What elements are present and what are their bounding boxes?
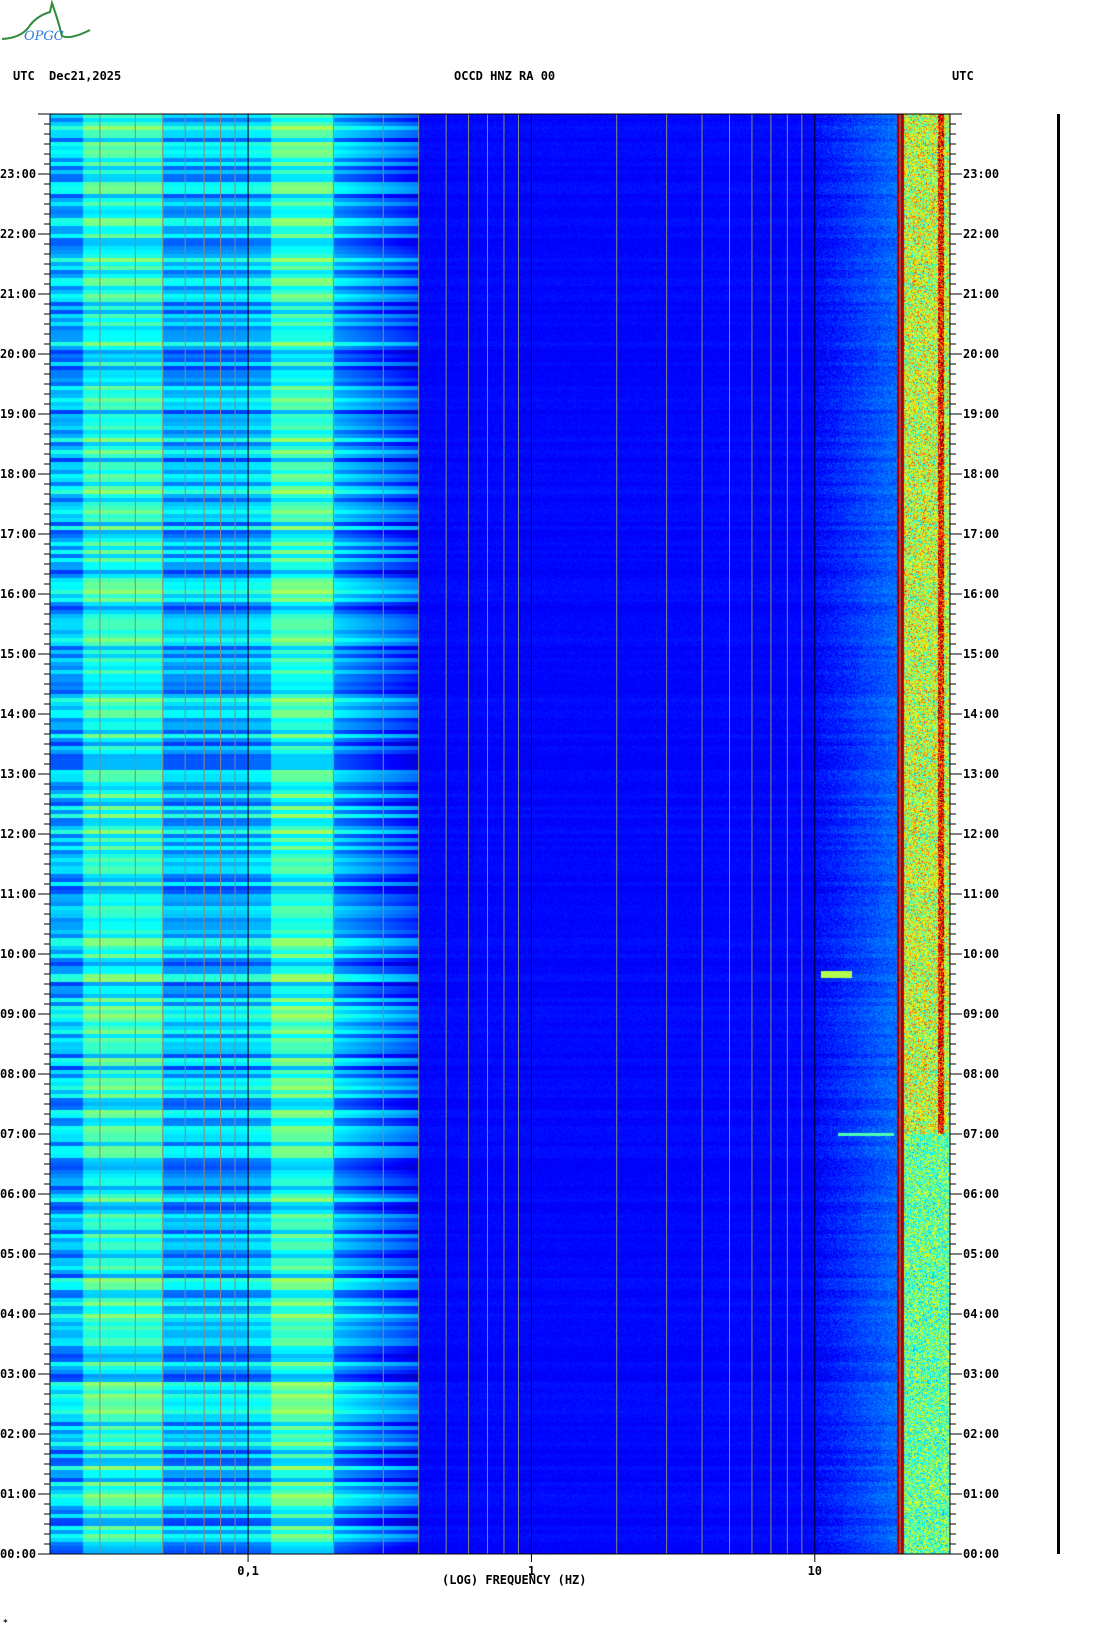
left-time-label: 16:00 bbox=[0, 587, 36, 601]
right-time-label: 13:00 bbox=[963, 767, 999, 781]
right-time-label: 14:00 bbox=[963, 707, 999, 721]
right-time-label: 06:00 bbox=[963, 1187, 999, 1201]
right-time-label: 23:00 bbox=[963, 167, 999, 181]
right-time-label: 10:00 bbox=[963, 947, 999, 961]
left-time-label: 17:00 bbox=[0, 527, 36, 541]
x-tick-label: 10 bbox=[808, 1564, 822, 1578]
right-time-label: 07:00 bbox=[963, 1127, 999, 1141]
right-time-label: 22:00 bbox=[963, 227, 999, 241]
right-time-label: 01:00 bbox=[963, 1487, 999, 1501]
left-time-label: 11:00 bbox=[0, 887, 36, 901]
right-time-label: 08:00 bbox=[963, 1067, 999, 1081]
left-time-label: 14:00 bbox=[0, 707, 36, 721]
left-time-label: 08:00 bbox=[0, 1067, 36, 1081]
right-time-label: 20:00 bbox=[963, 347, 999, 361]
right-time-label: 16:00 bbox=[963, 587, 999, 601]
right-time-label: 00:00 bbox=[963, 1547, 999, 1561]
right-time-label: 09:00 bbox=[963, 1007, 999, 1021]
left-time-label: 18:00 bbox=[0, 467, 36, 481]
footer-mark: * bbox=[3, 1618, 8, 1627]
x-tick-label: 0,1 bbox=[237, 1564, 259, 1578]
left-time-label: 07:00 bbox=[0, 1127, 36, 1141]
right-time-label: 03:00 bbox=[963, 1367, 999, 1381]
left-time-label: 10:00 bbox=[0, 947, 36, 961]
x-axis-label: (LOG) FREQUENCY (HZ) bbox=[442, 1573, 587, 1587]
left-time-label: 00:00 bbox=[0, 1547, 36, 1561]
right-time-label: 17:00 bbox=[963, 527, 999, 541]
spectrogram-axes: 0,1 1 1000:00 00:0001:00 01:0002:00 02:0003:0… bbox=[0, 113, 1060, 1578]
left-time-label: 13:00 bbox=[0, 767, 36, 781]
left-time-label: 05:00 bbox=[0, 1247, 36, 1261]
right-time-label: 12:00 bbox=[963, 827, 999, 841]
right-time-label: 21:00 bbox=[963, 287, 999, 301]
right-time-label: 02:00 bbox=[963, 1427, 999, 1441]
colorbar-strip bbox=[1057, 114, 1060, 1554]
left-time-label: 21:00 bbox=[0, 287, 36, 301]
right-time-label: 18:00 bbox=[963, 467, 999, 481]
right-time-label: 19:00 bbox=[963, 407, 999, 421]
left-time-label: 02:00 bbox=[0, 1427, 36, 1441]
left-time-label: 23:00 bbox=[0, 167, 36, 181]
left-time-label: 12:00 bbox=[0, 827, 36, 841]
left-time-label: 09:00 bbox=[0, 1007, 36, 1021]
left-time-label: 03:00 bbox=[0, 1367, 36, 1381]
left-time-label: 06:00 bbox=[0, 1187, 36, 1201]
right-time-label: 04:00 bbox=[963, 1307, 999, 1321]
right-time-label: 15:00 bbox=[963, 647, 999, 661]
left-time-label: 01:00 bbox=[0, 1487, 36, 1501]
right-time-label: 11:00 bbox=[963, 887, 999, 901]
left-time-label: 04:00 bbox=[0, 1307, 36, 1321]
left-time-label: 22:00 bbox=[0, 227, 36, 241]
left-time-label: 19:00 bbox=[0, 407, 36, 421]
left-time-label: 20:00 bbox=[0, 347, 36, 361]
left-time-label: 15:00 bbox=[0, 647, 36, 661]
right-time-label: 05:00 bbox=[963, 1247, 999, 1261]
